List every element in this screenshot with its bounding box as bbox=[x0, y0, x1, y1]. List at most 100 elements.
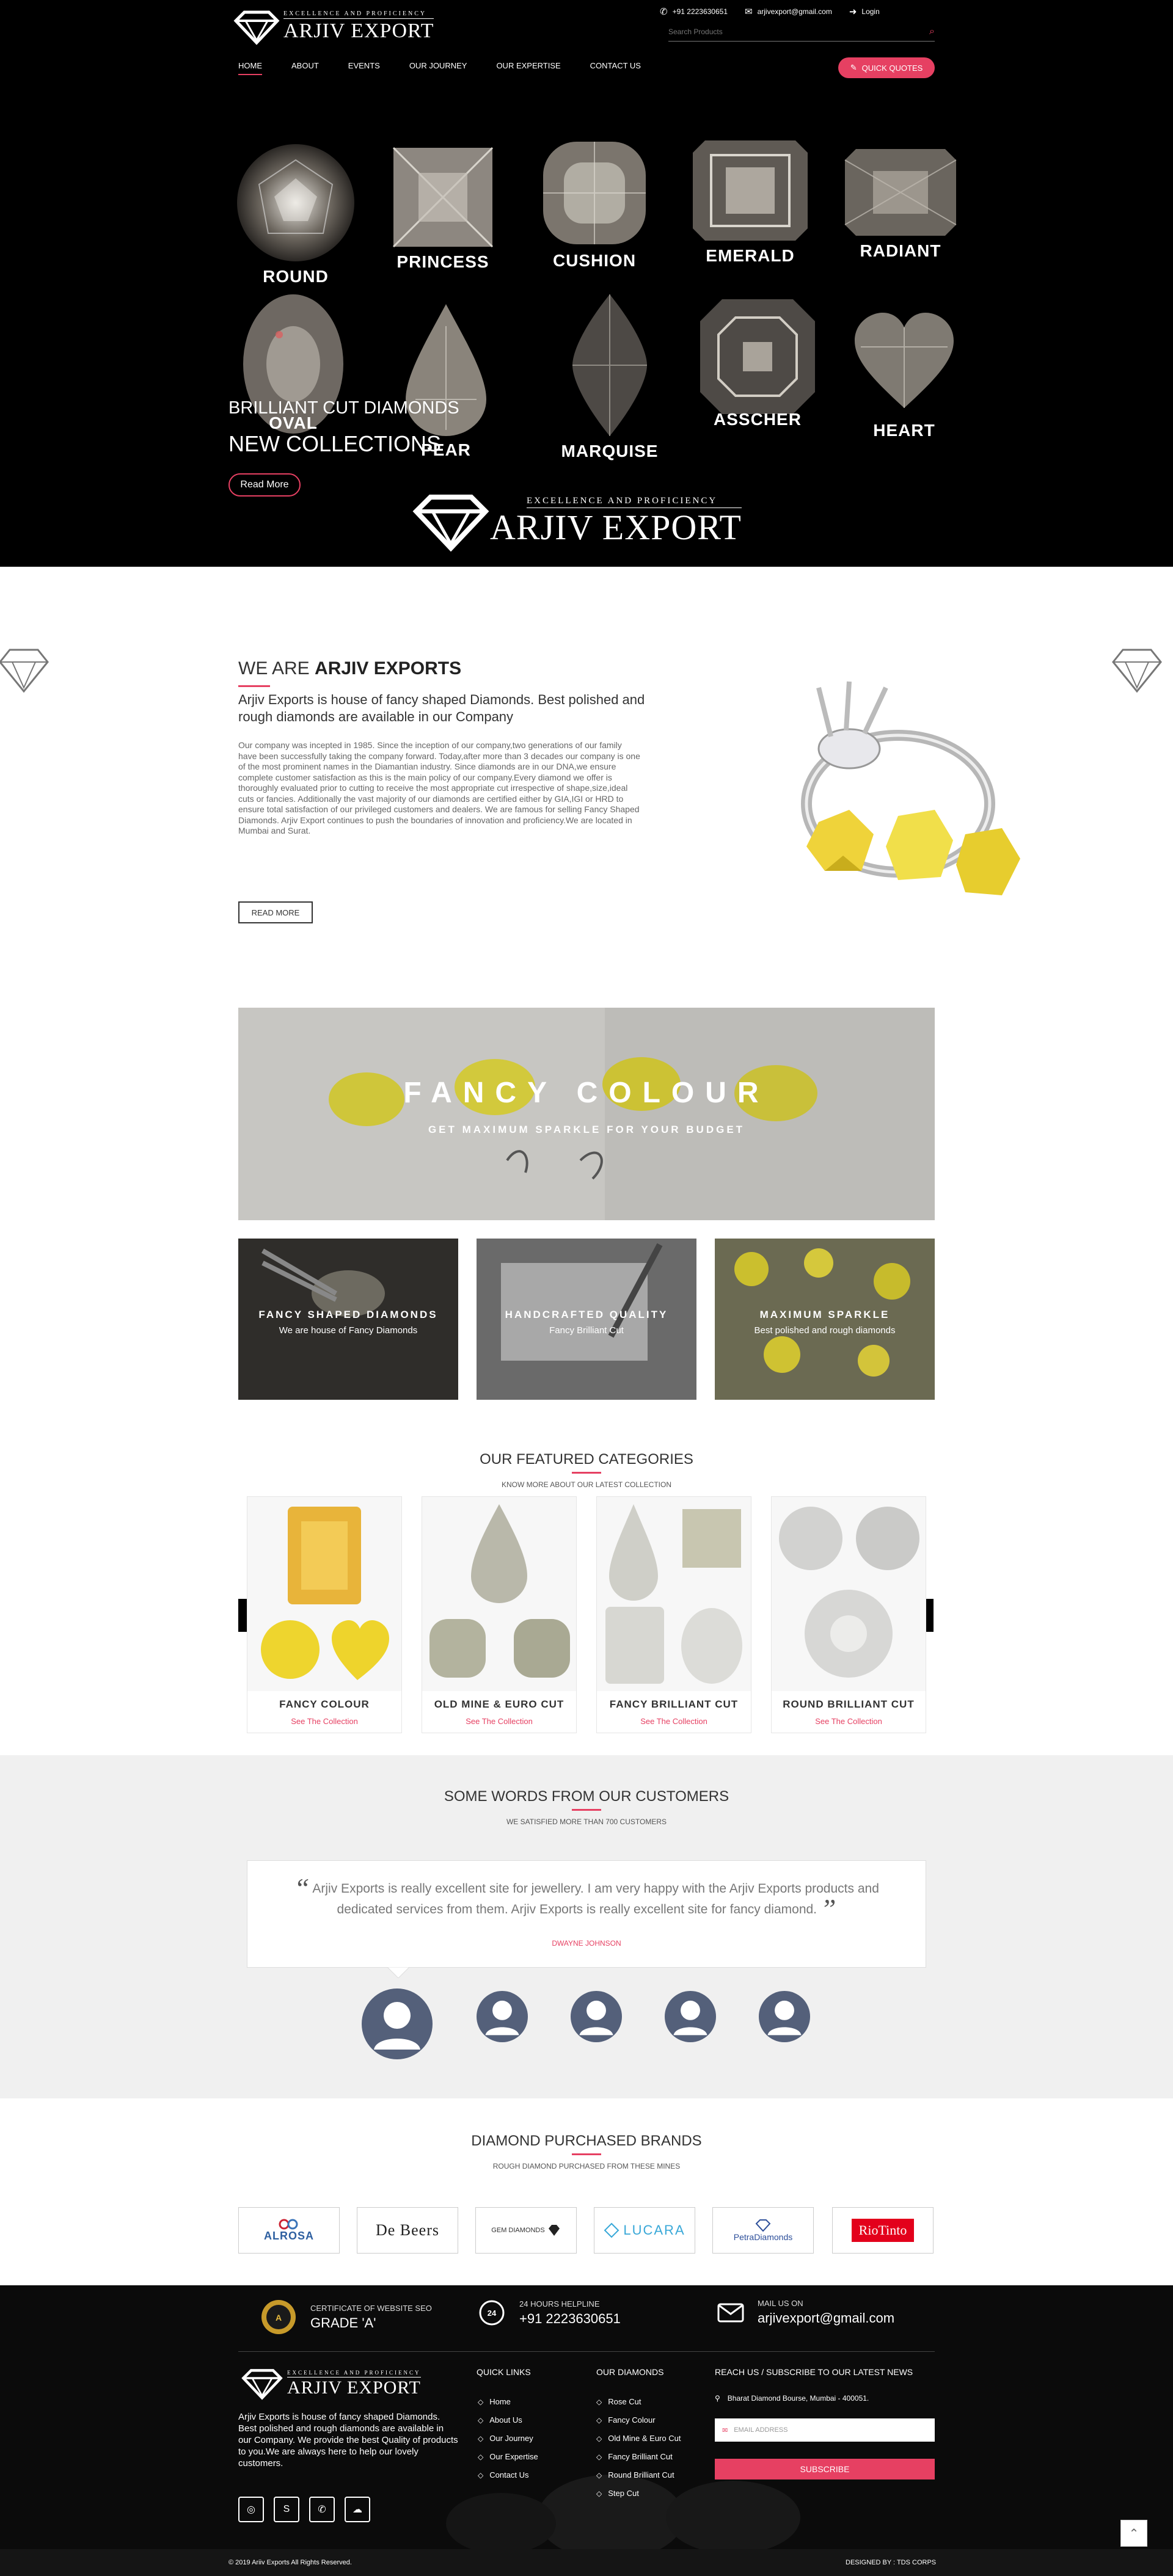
nav-our-journey[interactable]: OUR JOURNEY bbox=[409, 61, 467, 75]
testimonial-card: “ Arjiv Exports is really excellent site… bbox=[247, 1860, 926, 1968]
envelope-icon: ✉ bbox=[745, 7, 753, 17]
brand-lucara[interactable]: LUCARA bbox=[594, 2207, 695, 2254]
back-to-top-button[interactable]: ⌃ bbox=[1120, 2520, 1147, 2547]
quick-link-about[interactable]: ◇ About Us bbox=[478, 2411, 538, 2429]
avatar-active[interactable] bbox=[362, 1988, 433, 2059]
quick-link-expertise[interactable]: ◇ Our Expertise bbox=[478, 2448, 538, 2466]
diamond-bullet-icon: ◇ bbox=[596, 2398, 602, 2406]
nav-contact-us[interactable]: CONTACT US bbox=[590, 61, 641, 75]
diamond-bullet-icon: ◇ bbox=[596, 2453, 602, 2461]
featured-card-round-brilliant[interactable]: ROUND BRILLIANT CUT See The Collection bbox=[771, 1496, 926, 1733]
logo-name: ARJIV EXPORT bbox=[287, 2377, 421, 2398]
diamond-link[interactable]: ◇ Step Cut bbox=[596, 2484, 681, 2503]
envelope-icon: ✉ bbox=[722, 2426, 728, 2434]
hero-read-more-button[interactable]: Read More bbox=[228, 473, 301, 497]
testimonial-text: Arjiv Exports is really excellent site f… bbox=[312, 1882, 879, 1916]
brand-de-beers[interactable]: De Beers bbox=[357, 2207, 458, 2254]
diamond-bullet-icon: ◇ bbox=[596, 2434, 602, 2443]
phone-link[interactable]: ✆ +91 2223630651 bbox=[660, 6, 728, 17]
designed-by[interactable]: DESIGNED BY : TDS CORPS bbox=[846, 2559, 936, 2566]
gem-heart: HEART bbox=[849, 310, 959, 440]
email-field[interactable]: ✉ EMAIL ADDRESS bbox=[715, 2418, 935, 2442]
diamond-bullet-icon: ◇ bbox=[596, 2489, 602, 2498]
link-label: Home bbox=[489, 2397, 511, 2406]
link-label: Round Brilliant Cut bbox=[608, 2470, 674, 2480]
nav-home[interactable]: HOME bbox=[238, 61, 262, 75]
marquise-diamond-icon bbox=[572, 294, 647, 436]
promo-card-subtitle: We are house of Fancy Diamonds bbox=[279, 1325, 418, 1336]
link-label: Our Journey bbox=[489, 2434, 533, 2443]
diamond-link[interactable]: ◇ Fancy Brilliant Cut bbox=[596, 2448, 681, 2466]
avatar[interactable] bbox=[571, 1991, 622, 2042]
brands-subtitle: ROUGH DIAMOND PURCHASED FROM THESE MINES bbox=[492, 2162, 681, 2170]
mail-value[interactable]: arjivexport@gmail.com bbox=[758, 2310, 894, 2326]
fancy-colour-diamonds-image bbox=[247, 1497, 401, 1691]
see-collection-link[interactable]: See The Collection bbox=[597, 1717, 751, 1726]
brand-alrosa[interactable]: ALROSA bbox=[238, 2207, 340, 2254]
search-icon[interactable]: ⌕ bbox=[929, 26, 935, 37]
diamond-link[interactable]: ◇ Round Brilliant Cut bbox=[596, 2466, 681, 2484]
featured-card-fancy-brilliant[interactable]: FANCY BRILLIANT CUT See The Collection bbox=[596, 1496, 751, 1733]
email-link[interactable]: ✉ arjivexport@gmail.com bbox=[745, 6, 832, 17]
close-quote-icon: ” bbox=[820, 1893, 836, 1924]
featured-subtitle: KNOW MORE ABOUT OUR LATEST COLLECTION bbox=[501, 1480, 672, 1489]
search-input[interactable] bbox=[668, 27, 901, 36]
radiant-diamond-icon bbox=[844, 149, 957, 236]
brand-gem-diamonds[interactable]: GEM DIAMONDS bbox=[475, 2207, 577, 2254]
quick-link-contact[interactable]: ◇ Contact Us bbox=[478, 2466, 538, 2484]
subscribe-button[interactable]: SUBSCRIBE bbox=[715, 2459, 935, 2480]
mail-label: MAIL US ON bbox=[758, 2299, 803, 2308]
featured-title: OUR FEATURED CATEGORIES bbox=[480, 1451, 693, 1468]
see-collection-link[interactable]: See The Collection bbox=[772, 1717, 926, 1726]
promo-card-fancy-shaped[interactable]: FANCY SHAPED DIAMONDS We are house of Fa… bbox=[238, 1239, 458, 1400]
asscher-diamond-icon bbox=[700, 299, 815, 414]
diamond-link[interactable]: ◇ Old Mine & Euro Cut bbox=[596, 2429, 681, 2448]
whatsapp-icon[interactable]: ✆ bbox=[309, 2497, 335, 2522]
promo-card-subtitle: Best polished and rough diamonds bbox=[754, 1325, 896, 1336]
avatar[interactable] bbox=[477, 1991, 528, 2042]
nav-events[interactable]: EVENTS bbox=[348, 61, 380, 75]
nav-our-expertise[interactable]: OUR EXPERTISE bbox=[496, 61, 560, 75]
logo-tagline: EXCELLENCE AND PROFICIENCY bbox=[527, 496, 742, 508]
our-diamonds-title: OUR DIAMONDS bbox=[596, 2367, 664, 2377]
brand-rio-tinto[interactable]: RioTinto bbox=[832, 2207, 934, 2254]
quick-quotes-button[interactable]: ✎ QUICK QUOTES bbox=[838, 57, 935, 78]
edit-icon: ✎ bbox=[850, 63, 857, 72]
avatar[interactable] bbox=[759, 1991, 810, 2042]
link-label: Contact Us bbox=[489, 2470, 529, 2480]
quick-link-home[interactable]: ◇ Home bbox=[478, 2393, 538, 2411]
featured-card-name: ROUND BRILLIANT CUT bbox=[783, 1698, 915, 1710]
login-text: Login bbox=[861, 7, 880, 16]
login-link[interactable]: ➜ Login bbox=[849, 6, 880, 17]
about-read-more-button[interactable]: READ MORE bbox=[238, 901, 313, 923]
instagram-icon[interactable]: ◎ bbox=[238, 2497, 264, 2522]
diamond-bullet-icon: ◇ bbox=[596, 2471, 602, 2480]
logo-name: ARJIV EXPORT bbox=[490, 508, 742, 547]
alrosa-logo-icon bbox=[279, 2219, 298, 2229]
diamond-logo-icon bbox=[412, 494, 489, 552]
quick-link-journey[interactable]: ◇ Our Journey bbox=[478, 2429, 538, 2448]
phone-icon: ✆ bbox=[660, 7, 668, 17]
helpline-value[interactable]: +91 2223630651 bbox=[519, 2311, 621, 2327]
quick-quotes-label: QUICK QUOTES bbox=[861, 63, 923, 73]
see-collection-link[interactable]: See The Collection bbox=[422, 1717, 576, 1726]
promo-card-handcrafted[interactable]: HANDCRAFTED QUALITY Fancy Brilliant Cut bbox=[477, 1239, 696, 1400]
footer: A CERTIFICATE OF WEBSITE SEO GRADE 'A' 24… bbox=[0, 2285, 1173, 2549]
avatar[interactable] bbox=[665, 1991, 716, 2042]
fancy-colour-banner[interactable]: FANCY COLOUR GET MAXIMUM SPARKLE FOR YOU… bbox=[238, 1008, 935, 1220]
diamond-link[interactable]: ◇ Rose Cut bbox=[596, 2393, 681, 2411]
wechat-icon[interactable]: ☁ bbox=[345, 2497, 370, 2522]
featured-card-old-mine[interactable]: OLD MINE & EURO CUT See The Collection bbox=[422, 1496, 577, 1733]
see-collection-link[interactable]: See The Collection bbox=[247, 1717, 401, 1726]
diamond-link[interactable]: ◇ Fancy Colour bbox=[596, 2411, 681, 2429]
promo-card-maximum-sparkle[interactable]: MAXIMUM SPARKLE Best polished and rough … bbox=[715, 1239, 935, 1400]
nav-about[interactable]: ABOUT bbox=[291, 61, 319, 75]
reach-us-title: REACH US / SUBSCRIBE TO OUR LATEST NEWS bbox=[715, 2367, 913, 2377]
testimonials-title: SOME WORDS FROM OUR CUSTOMERS bbox=[444, 1788, 729, 1805]
gem-label: MARQUISE bbox=[561, 442, 659, 460]
footer-logo[interactable]: EXCELLENCE AND PROFICIENCY ARJIV EXPORT bbox=[239, 2367, 421, 2400]
featured-card-fancy-colour[interactable]: FANCY COLOUR See The Collection bbox=[247, 1496, 402, 1733]
skype-icon[interactable]: S bbox=[274, 2497, 299, 2522]
header-logo[interactable]: EXCELLENCE AND PROFICIENCY ARJIV EXPORT bbox=[232, 9, 434, 45]
brand-petra-diamonds[interactable]: PetraDiamonds bbox=[712, 2207, 814, 2254]
